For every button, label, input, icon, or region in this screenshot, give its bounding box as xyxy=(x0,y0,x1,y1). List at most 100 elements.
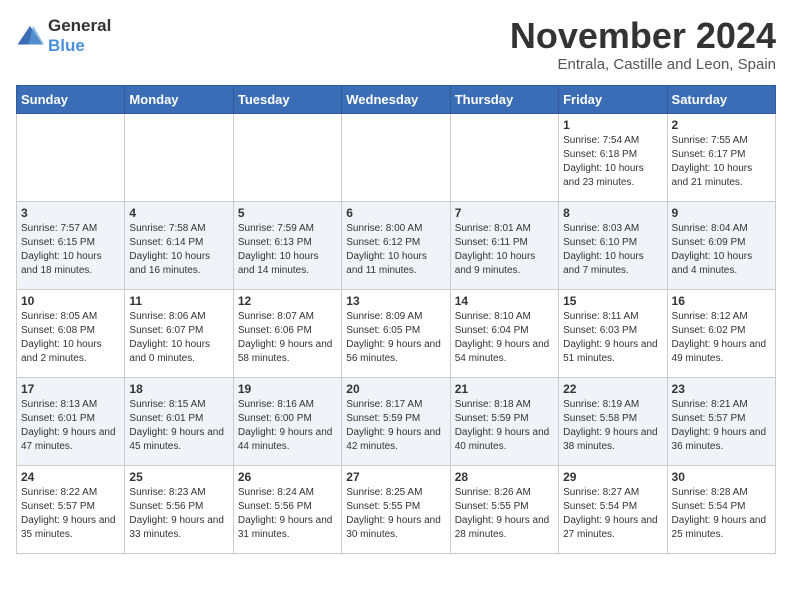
day-info: Sunrise: 8:00 AMSunset: 6:12 PMDaylight:… xyxy=(346,222,445,278)
title-area: November 2024 Entrala, Castille and Leon… xyxy=(510,16,776,73)
day-info: Sunrise: 8:23 AMSunset: 5:56 PMDaylight:… xyxy=(129,486,228,542)
calendar-cell: 11Sunrise: 8:06 AMSunset: 6:07 PMDayligh… xyxy=(125,289,233,377)
day-info: Sunrise: 8:26 AMSunset: 5:55 PMDaylight:… xyxy=(455,486,554,542)
calendar-cell: 2 Sunrise: 7:55 AMSunset: 6:17 PMDaylight… xyxy=(667,113,775,201)
day-number: 1 xyxy=(563,118,662,132)
calendar-cell: 27 Sunrise: 8:25 AMSunset: 5:55 PMDayligh… xyxy=(342,465,450,553)
calendar-cell: 20Sunrise: 8:17 AMSunset: 5:59 PMDayligh… xyxy=(342,377,450,465)
header-tuesday: Tuesday xyxy=(233,85,341,113)
day-info: Sunrise: 7:59 AMSunset: 6:13 PMDaylight:… xyxy=(238,222,337,278)
calendar-cell: 17 Sunrise: 8:13 AMSunset: 6:01 PMDayligh… xyxy=(17,377,125,465)
month-title: November 2024 xyxy=(510,16,776,56)
logo-blue: Blue xyxy=(48,36,85,55)
day-info: Sunrise: 8:25 AMSunset: 5:55 PMDaylight:… xyxy=(346,486,445,542)
calendar-cell: 14 Sunrise: 8:10 AMSunset: 6:04 PMDayligh… xyxy=(450,289,558,377)
day-number: 28 xyxy=(455,470,554,484)
calendar-cell: 25 Sunrise: 8:23 AMSunset: 5:56 PMDayligh… xyxy=(125,465,233,553)
calendar-week-4: 17 Sunrise: 8:13 AMSunset: 6:01 PMDayligh… xyxy=(17,377,776,465)
day-info: Sunrise: 8:16 AMSunset: 6:00 PMDaylight:… xyxy=(238,398,337,454)
day-number: 24 xyxy=(21,470,120,484)
logo-general: General xyxy=(48,16,111,35)
day-number: 9 xyxy=(672,206,771,220)
calendar-cell: 9 Sunrise: 8:04 AMSunset: 6:09 PMDaylight… xyxy=(667,201,775,289)
header-row: Sunday Monday Tuesday Wednesday Thursday… xyxy=(17,85,776,113)
day-number: 11 xyxy=(129,294,228,308)
calendar-cell: 21Sunrise: 8:18 AMSunset: 5:59 PMDayligh… xyxy=(450,377,558,465)
day-number: 4 xyxy=(129,206,228,220)
day-number: 19 xyxy=(238,382,337,396)
day-info: Sunrise: 8:05 AMSunset: 6:08 PMDaylight:… xyxy=(21,310,120,366)
calendar-table: Sunday Monday Tuesday Wednesday Thursday… xyxy=(16,85,776,554)
day-info: Sunrise: 8:04 AMSunset: 6:09 PMDaylight:… xyxy=(672,222,771,278)
calendar-cell: 4Sunrise: 7:58 AMSunset: 6:14 PMDaylight… xyxy=(125,201,233,289)
day-number: 7 xyxy=(455,206,554,220)
calendar-cell: 12Sunrise: 8:07 AMSunset: 6:06 PMDayligh… xyxy=(233,289,341,377)
day-number: 20 xyxy=(346,382,445,396)
day-info: Sunrise: 7:57 AMSunset: 6:15 PMDaylight:… xyxy=(21,222,120,278)
header-saturday: Saturday xyxy=(667,85,775,113)
page-header: General Blue November 2024 Entrala, Cast… xyxy=(16,16,776,73)
calendar-cell: 8 Sunrise: 8:03 AMSunset: 6:10 PMDaylight… xyxy=(559,201,667,289)
calendar-body: 1 Sunrise: 7:54 AMSunset: 6:18 PMDaylight… xyxy=(17,113,776,553)
calendar-week-3: 10 Sunrise: 8:05 AMSunset: 6:08 PMDayligh… xyxy=(17,289,776,377)
day-number: 10 xyxy=(21,294,120,308)
day-info: Sunrise: 8:15 AMSunset: 6:01 PMDaylight:… xyxy=(129,398,228,454)
calendar-week-5: 24 Sunrise: 8:22 AMSunset: 5:57 PMDayligh… xyxy=(17,465,776,553)
day-info: Sunrise: 8:01 AMSunset: 6:11 PMDaylight:… xyxy=(455,222,554,278)
day-number: 23 xyxy=(672,382,771,396)
calendar-cell: 22Sunrise: 8:19 AMSunset: 5:58 PMDayligh… xyxy=(559,377,667,465)
day-number: 14 xyxy=(455,294,554,308)
day-info: Sunrise: 8:22 AMSunset: 5:57 PMDaylight:… xyxy=(21,486,120,542)
day-info: Sunrise: 8:09 AMSunset: 6:05 PMDaylight:… xyxy=(346,310,445,366)
calendar-week-2: 3Sunrise: 7:57 AMSunset: 6:15 PMDaylight… xyxy=(17,201,776,289)
calendar-cell: 7 Sunrise: 8:01 AMSunset: 6:11 PMDaylight… xyxy=(450,201,558,289)
day-number: 30 xyxy=(672,470,771,484)
calendar-cell xyxy=(125,113,233,201)
day-info: Sunrise: 8:03 AMSunset: 6:10 PMDaylight:… xyxy=(563,222,662,278)
day-number: 13 xyxy=(346,294,445,308)
calendar-cell: 3Sunrise: 7:57 AMSunset: 6:15 PMDaylight… xyxy=(17,201,125,289)
day-info: Sunrise: 8:24 AMSunset: 5:56 PMDaylight:… xyxy=(238,486,337,542)
day-number: 17 xyxy=(21,382,120,396)
day-number: 5 xyxy=(238,206,337,220)
day-info: Sunrise: 8:12 AMSunset: 6:02 PMDaylight:… xyxy=(672,310,771,366)
calendar-cell: 29Sunrise: 8:27 AMSunset: 5:54 PMDayligh… xyxy=(559,465,667,553)
location-subtitle: Entrala, Castille and Leon, Spain xyxy=(510,56,776,73)
day-number: 2 xyxy=(672,118,771,132)
calendar-week-1: 1 Sunrise: 7:54 AMSunset: 6:18 PMDaylight… xyxy=(17,113,776,201)
day-info: Sunrise: 8:10 AMSunset: 6:04 PMDaylight:… xyxy=(455,310,554,366)
calendar-cell: 1 Sunrise: 7:54 AMSunset: 6:18 PMDaylight… xyxy=(559,113,667,201)
day-number: 15 xyxy=(563,294,662,308)
calendar-cell xyxy=(233,113,341,201)
day-info: Sunrise: 7:55 AMSunset: 6:17 PMDaylight:… xyxy=(672,134,771,190)
day-number: 27 xyxy=(346,470,445,484)
calendar-cell: 15Sunrise: 8:11 AMSunset: 6:03 PMDayligh… xyxy=(559,289,667,377)
day-info: Sunrise: 7:54 AMSunset: 6:18 PMDaylight:… xyxy=(563,134,662,190)
header-thursday: Thursday xyxy=(450,85,558,113)
calendar-cell xyxy=(342,113,450,201)
day-number: 22 xyxy=(563,382,662,396)
day-info: Sunrise: 8:21 AMSunset: 5:57 PMDaylight:… xyxy=(672,398,771,454)
calendar-cell: 23 Sunrise: 8:21 AMSunset: 5:57 PMDayligh… xyxy=(667,377,775,465)
calendar-cell: 26Sunrise: 8:24 AMSunset: 5:56 PMDayligh… xyxy=(233,465,341,553)
day-info: Sunrise: 8:28 AMSunset: 5:54 PMDaylight:… xyxy=(672,486,771,542)
day-info: Sunrise: 8:27 AMSunset: 5:54 PMDaylight:… xyxy=(563,486,662,542)
logo-icon xyxy=(16,24,44,48)
calendar-header: Sunday Monday Tuesday Wednesday Thursday… xyxy=(17,85,776,113)
day-number: 8 xyxy=(563,206,662,220)
day-number: 25 xyxy=(129,470,228,484)
calendar-cell: 18Sunrise: 8:15 AMSunset: 6:01 PMDayligh… xyxy=(125,377,233,465)
header-sunday: Sunday xyxy=(17,85,125,113)
calendar-cell: 10 Sunrise: 8:05 AMSunset: 6:08 PMDayligh… xyxy=(17,289,125,377)
day-number: 16 xyxy=(672,294,771,308)
day-info: Sunrise: 8:07 AMSunset: 6:06 PMDaylight:… xyxy=(238,310,337,366)
calendar-cell: 28 Sunrise: 8:26 AMSunset: 5:55 PMDayligh… xyxy=(450,465,558,553)
calendar-cell: 19 Sunrise: 8:16 AMSunset: 6:00 PMDayligh… xyxy=(233,377,341,465)
calendar-cell xyxy=(450,113,558,201)
calendar-cell: 5 Sunrise: 7:59 AMSunset: 6:13 PMDaylight… xyxy=(233,201,341,289)
day-number: 6 xyxy=(346,206,445,220)
calendar-cell xyxy=(17,113,125,201)
header-wednesday: Wednesday xyxy=(342,85,450,113)
day-info: Sunrise: 8:13 AMSunset: 6:01 PMDaylight:… xyxy=(21,398,120,454)
header-friday: Friday xyxy=(559,85,667,113)
